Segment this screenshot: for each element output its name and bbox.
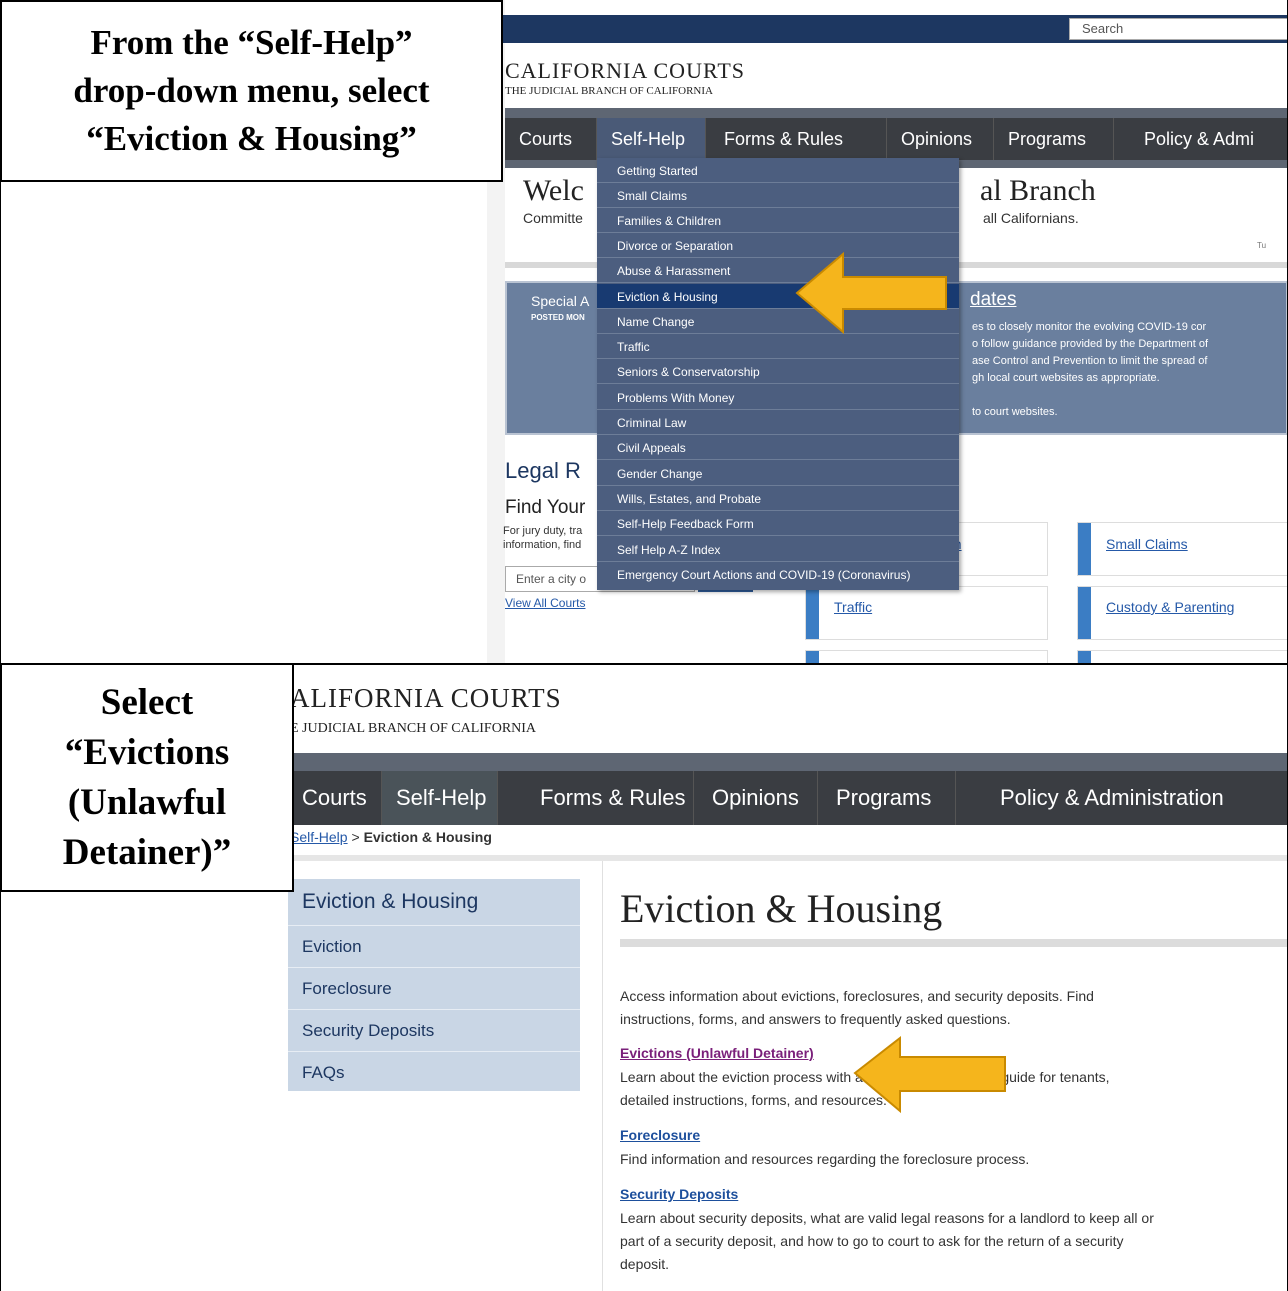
breadcrumb-current: Eviction & Housing	[363, 829, 492, 845]
tagline-right: all Californians.	[983, 210, 1079, 226]
legal-heading: Legal R	[505, 458, 581, 483]
dropdown-item[interactable]: Self Help A-Z Index	[597, 537, 959, 562]
side-nav: Eviction & Housing Eviction Foreclosure …	[288, 879, 580, 1091]
breadcrumb-separator: >	[347, 829, 364, 845]
card-accent	[806, 587, 819, 639]
intro-text: Access information about evictions, fore…	[620, 988, 1094, 1027]
card-traffic[interactable]: Traffic	[805, 586, 1048, 640]
section-divider	[0, 663, 1288, 665]
foreclosure-link[interactable]: Foreclosure	[620, 1127, 700, 1143]
card-6[interactable]	[1077, 650, 1288, 663]
date-fragment: Tu	[1257, 241, 1267, 250]
dropdown-item[interactable]: Criminal Law	[597, 410, 959, 435]
divider	[252, 855, 1288, 861]
arrow-pointer-icon	[853, 1035, 1006, 1114]
card-custody[interactable]: Custody & Parenting	[1077, 586, 1288, 640]
jury-text: For jury duty, tra information, find	[503, 525, 583, 551]
caption-step-2: Select “Evictions (Unlawful Detainer)”	[0, 663, 294, 892]
side-nav-item-security-deposits[interactable]: Security Deposits	[288, 1009, 580, 1051]
bottom-screenshot: ALIFORNIA COURTS E JUDICIAL BRANCH OF CA…	[252, 665, 1288, 1291]
card-custody-label[interactable]: Custody & Parenting	[1106, 599, 1234, 615]
site-logo-title[interactable]: ALIFORNIA COURTS	[290, 683, 562, 714]
site-logo-subtitle: THE JUDICIAL BRANCH OF CALIFORNIA	[505, 85, 713, 97]
top-screenshot: Search CALIFORNIA COURTS THE JUDICIAL BR…	[487, 0, 1288, 663]
updates-link[interactable]: dates	[970, 289, 1016, 311]
dropdown-item[interactable]: Traffic	[597, 334, 959, 359]
card-accent	[806, 651, 819, 663]
dropdown-item[interactable]: Gender Change	[597, 461, 959, 486]
main-nav: Courts Self-Help Forms & Rules Opinions …	[288, 771, 1288, 825]
arrow-pointer-icon	[795, 251, 947, 335]
nav-programs[interactable]: Programs	[818, 771, 956, 825]
caption-step-1: From the “Self-Help” drop-down menu, sel…	[0, 0, 503, 182]
nav-forms-rules[interactable]: Forms & Rules	[498, 771, 694, 825]
special-title: Special A	[531, 293, 590, 309]
side-nav-item-eviction[interactable]: Eviction	[288, 925, 580, 967]
search-input[interactable]: Search	[1069, 18, 1288, 40]
security-deposits-description: Learn about security deposits, what are …	[620, 1210, 1154, 1272]
foreclosure-description: Find information and resources regarding…	[620, 1151, 1030, 1167]
nav-self-help[interactable]: Self-Help	[597, 118, 706, 160]
breadcrumb-link[interactable]: Self-Help	[290, 829, 348, 845]
nav-forms-rules[interactable]: Forms & Rules	[706, 118, 887, 160]
nav-self-help[interactable]: Self-Help	[382, 771, 498, 825]
side-nav-item-faqs[interactable]: FAQs	[288, 1051, 580, 1093]
nav-opinions[interactable]: Opinions	[887, 118, 994, 160]
nav-programs[interactable]: Programs	[994, 118, 1114, 160]
card-accent	[1078, 651, 1091, 663]
page-title: Eviction & Housing	[620, 886, 943, 931]
self-help-dropdown: Getting Started Small Claims Families & …	[597, 158, 959, 590]
dropdown-item[interactable]: Civil Appeals	[597, 435, 959, 460]
nav-courts[interactable]: Courts	[505, 118, 597, 160]
dropdown-item[interactable]: Emergency Court Actions and COVID-19 (Co…	[597, 562, 959, 590]
nav-opinions[interactable]: Opinions	[694, 771, 818, 825]
find-heading: Find Your	[505, 497, 586, 518]
card-accent	[1078, 587, 1091, 639]
dropdown-item[interactable]: Getting Started	[597, 158, 959, 183]
dropdown-item[interactable]: Wills, Estates, and Probate	[597, 486, 959, 511]
evictions-unlawful-detainer-link[interactable]: Evictions (Unlawful Detainer)	[620, 1045, 814, 1061]
dropdown-item[interactable]: Problems With Money	[597, 385, 959, 410]
card-small-claims-label[interactable]: Small Claims	[1106, 536, 1188, 552]
side-nav-heading[interactable]: Eviction & Housing	[302, 890, 478, 914]
welcome-heading-left: Welc	[523, 174, 584, 207]
site-logo-subtitle: E JUDICIAL BRANCH OF CALIFORNIA	[290, 721, 537, 736]
tagline-left: Committe	[523, 210, 583, 226]
card-small-claims[interactable]: Small Claims	[1077, 522, 1288, 576]
nav-background	[252, 753, 1288, 771]
site-logo-title[interactable]: CALIFORNIA COURTS	[505, 58, 745, 84]
main-nav: Courts Self-Help Forms & Rules Opinions …	[505, 118, 1288, 160]
card-traffic-label[interactable]: Traffic	[834, 599, 872, 615]
special-text: es to closely monitor the evolving COVID…	[972, 321, 1209, 418]
side-nav-item-foreclosure[interactable]: Foreclosure	[288, 967, 580, 1009]
card-5[interactable]	[805, 650, 1048, 663]
breadcrumb: Self-Help > Eviction & Housing	[290, 829, 492, 845]
view-all-courts-link[interactable]: View All Courts	[505, 596, 585, 610]
dropdown-item[interactable]: Families & Children	[597, 208, 959, 233]
security-deposits-link[interactable]: Security Deposits	[620, 1186, 738, 1202]
welcome-heading-right: al Branch	[980, 174, 1096, 207]
title-rule	[620, 939, 1288, 947]
card-accent	[1078, 523, 1091, 575]
nav-policy-admin[interactable]: Policy & Admi	[1114, 118, 1288, 160]
column-divider	[602, 861, 603, 1291]
posted-label: POSTED MON	[531, 313, 585, 322]
dropdown-item[interactable]: Self-Help Feedback Form	[597, 511, 959, 536]
dropdown-item[interactable]: Small Claims	[597, 183, 959, 208]
dropdown-item[interactable]: Seniors & Conservatorship	[597, 359, 959, 384]
nav-policy-admin[interactable]: Policy & Administration	[956, 771, 1256, 825]
nav-courts[interactable]: Courts	[288, 771, 382, 825]
